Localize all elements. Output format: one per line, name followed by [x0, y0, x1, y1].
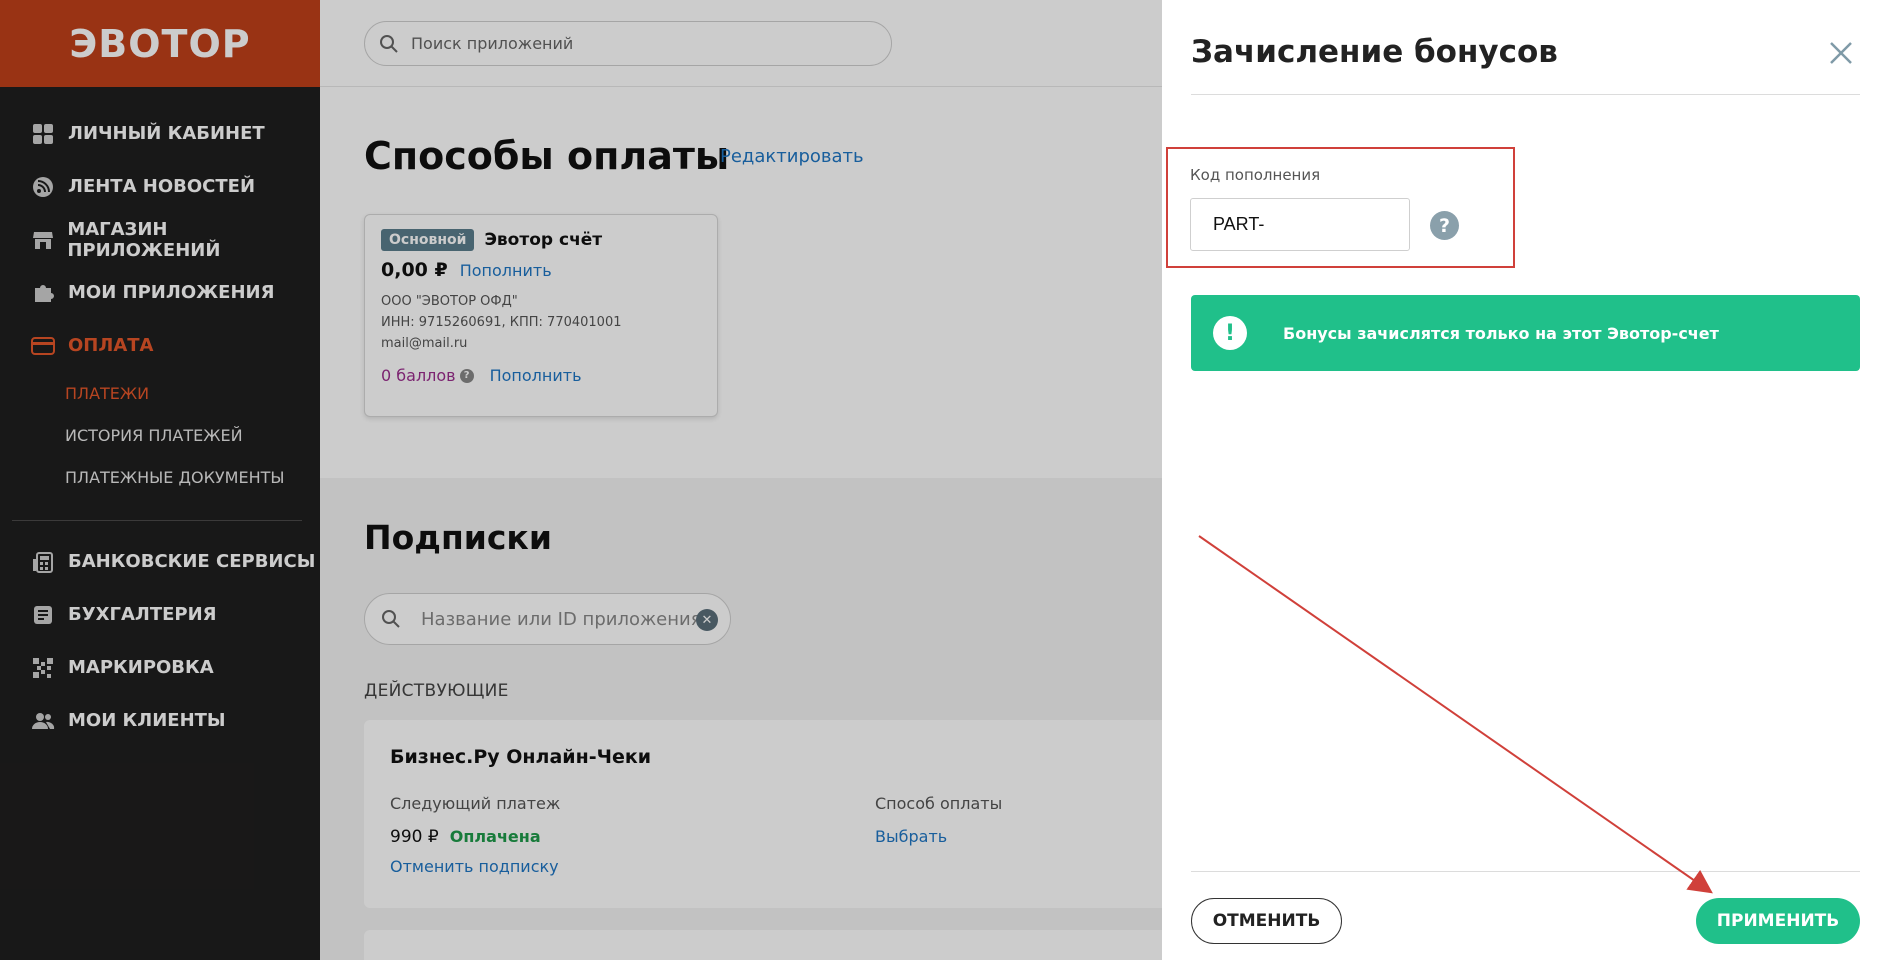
drawer-title: Зачисление бонусов: [1191, 34, 1558, 70]
modal-backdrop[interactable]: [0, 0, 1162, 960]
notice-text: Бонусы зачислятся только на этот Эвотор-…: [1283, 323, 1719, 343]
exclamation-icon: !: [1213, 316, 1247, 350]
drawer-header: Зачисление бонусов: [1191, 0, 1860, 95]
cancel-button[interactable]: ОТМЕНИТЬ: [1191, 898, 1342, 944]
bonus-drawer: Зачисление бонусов Код пополнения ? ! Бо…: [1162, 0, 1889, 960]
close-icon[interactable]: [1828, 40, 1854, 66]
help-icon[interactable]: ?: [1430, 211, 1459, 240]
apply-button[interactable]: ПРИМЕНИТЬ: [1696, 898, 1860, 944]
drawer-footer-divider: [1191, 871, 1860, 872]
info-notice: ! Бонусы зачислятся только на этот Эвото…: [1191, 295, 1860, 371]
topup-code-input[interactable]: [1190, 198, 1410, 251]
topup-code-label: Код пополнения: [1190, 166, 1321, 184]
